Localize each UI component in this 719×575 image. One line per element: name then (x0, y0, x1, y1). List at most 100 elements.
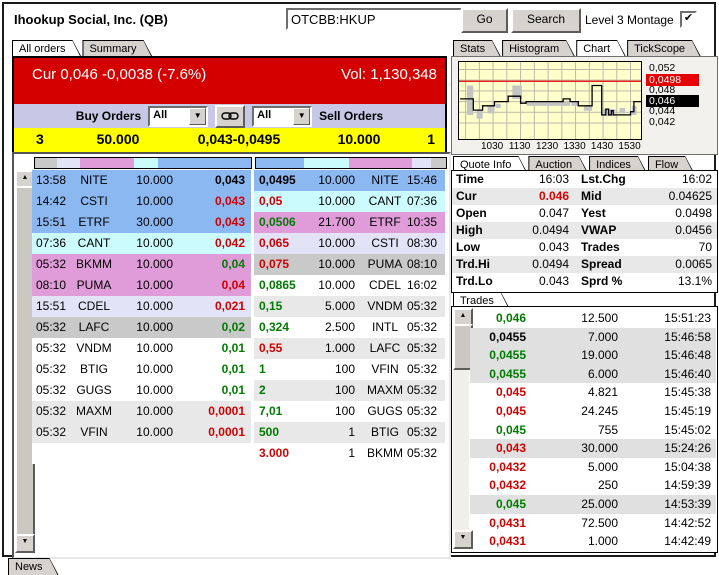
ask-row[interactable]: 0,15 5.000 VNDM 05:32 (254, 296, 445, 317)
bid-time: 05:32 (35, 404, 67, 418)
bid-row[interactable]: 05:32 VNDM 10.000 0,01 (32, 338, 251, 359)
chain-link-icon[interactable] (215, 104, 246, 128)
tab-chart-chart[interactable]: Chart (576, 40, 626, 57)
ask-row[interactable]: 0,05 10.000 CANT 07:36 (254, 191, 445, 212)
bid-row[interactable]: 14:42 CSTI 10.000 0,043 (32, 191, 251, 212)
trade-time: 15:45:38 (664, 385, 711, 400)
bid-mm: LAFC (78, 320, 110, 334)
ask-row[interactable]: 7,01 100 GUGS 05:32 (254, 401, 445, 422)
ask-mm: LAFC (369, 341, 401, 355)
trade-time: 15:45:02 (664, 422, 711, 437)
tab-orders-summary[interactable]: Summary (82, 40, 152, 57)
trade-row[interactable]: 0,043 30.000 15:24:26 (470, 439, 716, 458)
bid-row[interactable]: 05:32 VFIN 10.000 0,0001 (32, 422, 251, 443)
bid-row[interactable]: 15:51 ETRF 30.000 0,043 (32, 212, 251, 233)
ask-price: 0,065 (259, 236, 290, 250)
ask-size-total: 10.000 (337, 131, 381, 147)
ask-row[interactable]: 0,065 10.000 CSTI 08:30 (254, 233, 445, 254)
ask-row[interactable]: 0,075 10.000 PUMA 08:10 (254, 254, 445, 275)
bid-mm (70, 443, 118, 464)
tab-orders-all-orders[interactable]: All orders (12, 40, 81, 57)
order-book-scrollbar[interactable]: ▲ ▼ (15, 170, 35, 553)
ask-row[interactable]: 0,55 1.000 LAFC 05:32 (254, 338, 445, 359)
trade-row[interactable]: 0,045 755 15:45:02 (470, 421, 716, 440)
bid-time: 15:51 (35, 215, 67, 229)
quote-value: 13.1% (677, 274, 712, 288)
trade-row[interactable]: 0,0432 250 14:59:39 (470, 476, 716, 495)
bid-row[interactable]: 05:32 MAXM 10.000 0,0001 (32, 401, 251, 422)
trade-price: 0,045 (495, 422, 526, 437)
ticker-input[interactable] (286, 8, 462, 30)
level3-montage-label: Level 3 Montage (585, 13, 674, 27)
bid-price: 0,021 (214, 299, 245, 313)
depth-segment (430, 158, 446, 168)
chevron-down-icon[interactable]: ▼ (293, 107, 311, 125)
quote-label: Trades (581, 240, 620, 254)
ask-price: 0,0506 (259, 215, 296, 229)
bid-mm: CDEL (77, 299, 110, 313)
bid-row[interactable]: 05:32 BTIG 10.000 0,01 (32, 359, 251, 380)
bid-time: 05:32 (35, 320, 67, 334)
ask-size: 10.000 (318, 278, 355, 292)
y-tick-label: 0,052 (649, 62, 676, 75)
search-button[interactable]: Search (511, 8, 581, 33)
go-button[interactable]: Go (461, 8, 508, 33)
trade-row[interactable]: 0,045 25.000 14:53:39 (470, 494, 716, 514)
trade-row[interactable]: 0,045 24.245 15:45:19 (470, 402, 716, 421)
trade-row[interactable]: 0,045 4.821 15:45:38 (470, 383, 716, 402)
chevron-down-icon[interactable]: ▼ (189, 107, 207, 125)
quote-value: 16:03 (538, 172, 569, 186)
ask-price: 2 (259, 383, 266, 397)
trade-row[interactable]: 0,0455 6.000 15:46:40 (470, 364, 716, 384)
ask-row[interactable]: 0,0506 21.700 ETRF 10:35 (254, 212, 445, 233)
bid-size: 10.000 (136, 194, 173, 208)
sell-filter-dropdown[interactable]: All ▼ (252, 105, 313, 127)
trade-row[interactable]: 0,0455 19.000 15:46:48 (470, 346, 716, 365)
trade-row[interactable]: 0,0432 5.000 15:04:38 (470, 458, 716, 477)
trade-time: 14:59:39 (664, 478, 711, 493)
scroll-down-icon[interactable]: ▼ (15, 534, 35, 553)
trade-row[interactable]: 0,046 12.500 15:51:23 (470, 309, 716, 328)
bid-row[interactable]: 05:32 LAFC 10.000 0,02 (32, 317, 251, 338)
quote-label: Open (456, 206, 487, 220)
ask-row[interactable]: 0,0495 10.000 NITE 15:46 (254, 170, 445, 191)
bid-row[interactable]: 05:32 BKMM 10.000 0,04 (32, 254, 251, 275)
trade-row[interactable]: 0,0431 72.500 14:42:52 (470, 514, 716, 533)
trades-scrollbar[interactable]: ▲ ▼ (453, 308, 473, 549)
trade-row[interactable]: 0,0455 7.000 15:46:58 (470, 327, 716, 347)
tab-news-news[interactable]: News (8, 558, 59, 575)
bid-row[interactable]: 08:10 PUMA 10.000 0,04 (32, 275, 251, 296)
ask-row[interactable]: 0,0865 10.000 CDEL 16:02 (254, 275, 445, 296)
bid-time: 05:32 (35, 425, 67, 439)
quote-label: Low (456, 240, 480, 254)
trade-size: 24.245 (581, 403, 618, 418)
ask-row[interactable]: 1 100 VFIN 05:32 (254, 359, 445, 380)
tab-label: Auction (535, 159, 573, 171)
trade-time: 15:04:38 (664, 459, 711, 474)
bid-row[interactable]: 07:36 CANT 10.000 0,042 (32, 233, 251, 254)
buy-filter-dropdown[interactable]: All ▼ (148, 105, 209, 127)
ask-row[interactable]: 500 1 BTIG 05:32 (254, 422, 445, 443)
ask-row[interactable]: 0,324 2.500 INTL 05:32 (254, 317, 445, 338)
bid-row[interactable]: 05:32 GUGS 10.000 0,01 (32, 380, 251, 401)
tab-chart-stats[interactable]: Stats (453, 40, 501, 57)
bid-row[interactable] (32, 443, 251, 464)
ask-size: 10.000 (318, 257, 355, 271)
ask-mm: CSTI (371, 236, 399, 250)
trade-price: 0,0432 (489, 478, 526, 493)
bid-row[interactable]: 15:51 CDEL 10.000 0,021 (32, 296, 251, 317)
intraday-chart-plot (458, 61, 642, 140)
ask-row[interactable]: 3.000 1 BKMM 05:32 (254, 443, 445, 464)
ask-price: 0,55 (259, 341, 283, 355)
bid-row[interactable]: 13:58 NITE 10.000 0,043 (32, 170, 251, 191)
trade-time: 14:42:49 (664, 534, 711, 549)
tab-chart-histogram[interactable]: Histogram (502, 40, 575, 57)
orders-tabbar: All orders Summary (12, 39, 154, 56)
bid-mm: CANT (77, 236, 111, 250)
quote-label: Time (456, 172, 484, 186)
level3-montage-checkbox[interactable]: ✔ (680, 11, 697, 28)
tab-chart-tickscope[interactable]: TickScope (627, 40, 701, 57)
ask-row[interactable]: 2 100 MAXM 05:32 (254, 380, 445, 401)
trade-row[interactable]: 0,0431 1.000 14:42:49 (470, 532, 716, 551)
quote-label: Trd.Hi (456, 257, 491, 271)
